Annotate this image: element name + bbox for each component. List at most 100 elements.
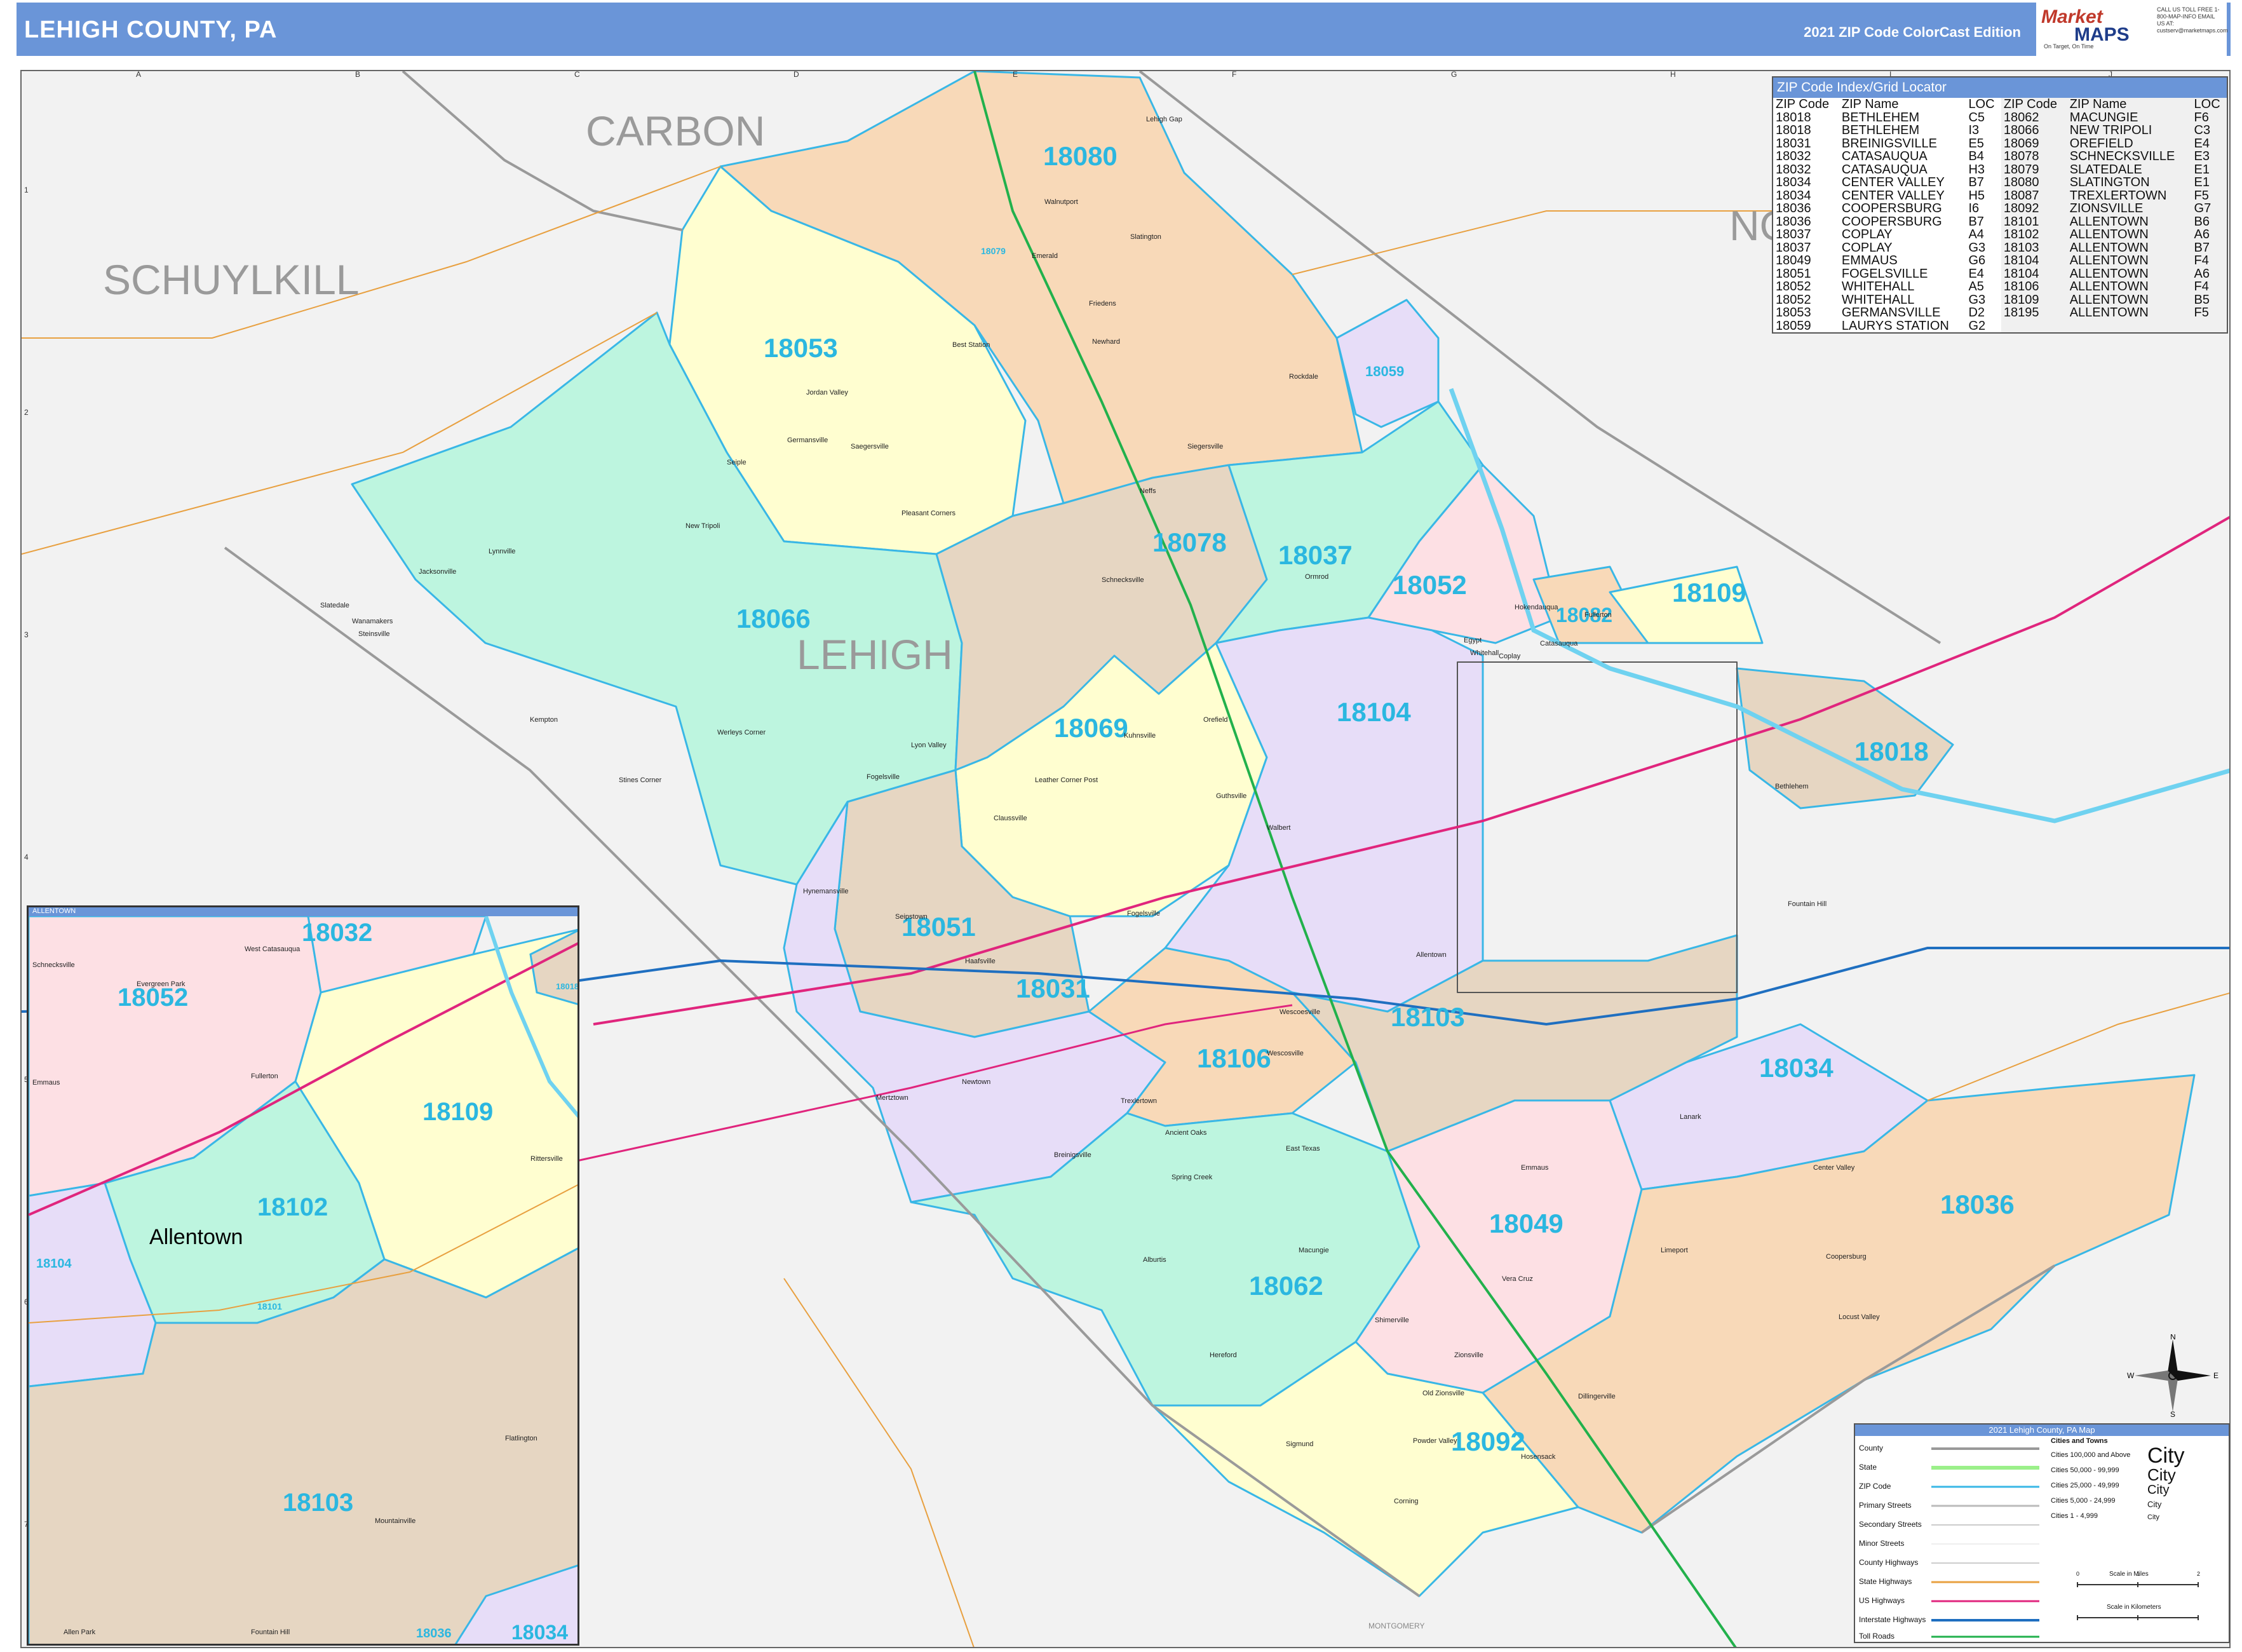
map-title: LEHIGH COUNTY, PA: [24, 17, 278, 43]
legend-label: Toll Roads: [1859, 1632, 1895, 1641]
zip-index-cell: FOGELSVILLE: [1841, 266, 1928, 281]
zip-index-cell: OREFIELD: [2067, 137, 2192, 150]
town-label: Catasauqua: [1540, 640, 1578, 647]
inset-town-label: West Catasauqua: [245, 945, 301, 953]
town-label: Wanamakers: [352, 618, 393, 625]
legend-label: Interstate Highways: [1859, 1615, 1926, 1624]
zip-index-cell: 18036: [1776, 201, 1811, 215]
town-label: Macungie: [1299, 1247, 1329, 1254]
zip-index-cell: E5: [1968, 136, 1984, 151]
zip-index-row: 18036 COOPERSBURG I6 18092 ZIONSVILLE G7: [1773, 202, 2227, 215]
zip-index-cell: A5: [1968, 280, 1984, 294]
zip-index-table: ZIP Code Index/Grid Locator ZIP Code ZIP…: [1772, 76, 2228, 334]
town-label: Seiple: [727, 459, 746, 466]
zip-index-cell: COPLAY: [1841, 240, 1893, 255]
county-label-carbon: CARBON: [586, 107, 766, 154]
zip-label-18049: 18049: [1489, 1209, 1563, 1238]
zip-index-row: 18018 BETHLEHEM C5 18062 MACUNGIE F6: [1773, 110, 2227, 125]
legend-city-class: Cities 100,000 and Above: [2051, 1451, 2131, 1459]
town-label: Kuhnsville: [1124, 732, 1156, 740]
inset-zip-label-18101: 18101: [257, 1301, 282, 1311]
town-label: Trexlertown: [1121, 1097, 1158, 1105]
zip-index-cell: C5: [1968, 110, 1985, 125]
zip-index-cell: E4: [2191, 137, 2227, 150]
state-road-a: [22, 166, 721, 339]
zip-index-cell: 18036: [1776, 214, 1811, 229]
zip-index-cell: 18104: [2001, 254, 2067, 267]
zip-index-cell: B7: [1968, 214, 1984, 229]
zip-label-18018: 18018: [1854, 736, 1929, 766]
town-label: Rockdale: [1289, 373, 1318, 381]
compass-n: N: [2170, 1334, 2176, 1341]
town-label: Corning: [1394, 1498, 1419, 1505]
zip-index-cell: I3: [1968, 123, 1980, 137]
zip-label-18092: 18092: [1451, 1426, 1525, 1456]
scale-bar-km: [2077, 1615, 2199, 1620]
zip-index-cell: BETHLEHEM: [1841, 123, 1920, 137]
logo-maps: MAPS: [2074, 24, 2130, 45]
grid-col-d: D: [793, 70, 799, 79]
town-label: Seipstown: [895, 913, 928, 921]
legend-label: County: [1859, 1444, 1884, 1452]
zip-index-cell: 18053: [1776, 306, 1811, 320]
town-label: Dillingerville: [1578, 1393, 1616, 1400]
inset-zip-label-18032: 18032: [302, 919, 373, 947]
inset-zip-label-18034: 18034: [511, 1621, 568, 1644]
town-label: Lyon Valley: [911, 741, 947, 749]
town-label: Hynemansville: [803, 888, 849, 895]
town-label: Newhard: [1092, 338, 1121, 346]
zip-label-18066: 18066: [736, 604, 811, 633]
inset-town-label: Fullerton: [251, 1073, 278, 1080]
legend-title: 2021 Lehigh County, PA Map: [1855, 1425, 2229, 1436]
zip-index-cell: B7: [2191, 241, 2227, 254]
zip-index-row: 18052 WHITEHALL A5 18106 ALLENTOWN F4: [1773, 280, 2227, 294]
legend-label: Secondary Streets: [1859, 1520, 1922, 1529]
zip-label-18037: 18037: [1278, 540, 1353, 570]
zip-index-title: ZIP Code Index/Grid Locator: [1773, 78, 2227, 98]
zip-index-header: ZIP Name: [1841, 97, 1899, 111]
zip-label-18079: 18079: [981, 246, 1006, 256]
zip-label-18078: 18078: [1152, 527, 1227, 557]
zip-index-cell: G3: [1968, 240, 1986, 255]
legend-item-zip: ZIP Code: [1859, 1482, 1891, 1494]
legend-city-class: Cities 50,000 - 99,999: [2051, 1466, 2119, 1474]
zip-index-row: 18037 COPLAY A4 18102 ALLENTOWN A6: [1773, 228, 2227, 241]
town-label: Germansville: [787, 437, 828, 444]
logo-contact: CALL US TOLL FREE 1-800-MAP-INFO EMAIL U…: [2157, 6, 2228, 34]
zip-index-row: 18059 LAURYS STATION G2: [1773, 318, 2227, 333]
town-label: Mertztown: [876, 1094, 908, 1102]
compass-e: E: [2213, 1371, 2218, 1380]
zip-index-header: LOC: [2191, 98, 2227, 111]
legend-item-primary: Primary Streets: [1859, 1501, 1912, 1513]
legend-item-secondary: Secondary Streets: [1859, 1520, 1922, 1533]
allentown-inset-map[interactable]: ALLENTOWN 18032 18052 18109 18102 18103 …: [27, 905, 579, 1646]
zip-index-row: 18018 BETHLEHEM I3 18066 NEW TRIPOLI C3: [1773, 124, 2227, 137]
zip-index-cell: D2: [1968, 306, 1985, 320]
town-label: East Texas: [1286, 1145, 1320, 1153]
zip-index-cell: F6: [2191, 111, 2227, 124]
town-label: Ormrod: [1305, 573, 1329, 581]
zip-index-header: ZIP Code: [1776, 97, 1830, 111]
grid-row-1: 1: [24, 186, 29, 194]
zip-index-cell: 18106: [2001, 280, 2067, 294]
zip-label-18103: 18103: [1391, 1002, 1465, 1032]
town-label: Lynnville: [489, 548, 516, 555]
grid-col-c: C: [574, 70, 580, 79]
town-label: Alburtis: [1143, 1256, 1166, 1264]
legend-item-state: State: [1859, 1463, 1877, 1475]
town-label: Saegersville: [851, 443, 889, 450]
zip-index-cell: EMMAUS: [1841, 254, 1898, 267]
zip-index-row: 18052 WHITEHALL G3 18109 ALLENTOWN B5: [1773, 293, 2227, 306]
zip-index-cell: [2191, 319, 2227, 332]
inset-town-label: Flatlington: [505, 1435, 537, 1442]
town-label: Limeport: [1661, 1247, 1688, 1254]
zip-index-header: ZIP Name: [2067, 98, 2192, 111]
legend-city-sample-2: City: [2147, 1465, 2176, 1484]
town-label: Lehigh Gap: [1146, 116, 1182, 123]
zip-index-cell: 18059: [1776, 318, 1811, 333]
inset-zip-label-18103: 18103: [283, 1489, 354, 1517]
town-label: Leather Corner Post: [1035, 776, 1098, 784]
zip-index-header: LOC: [1968, 97, 1995, 111]
zip-index-cell: 18032: [1776, 149, 1811, 163]
zip-index-cell: BETHLEHEM: [1841, 110, 1920, 125]
